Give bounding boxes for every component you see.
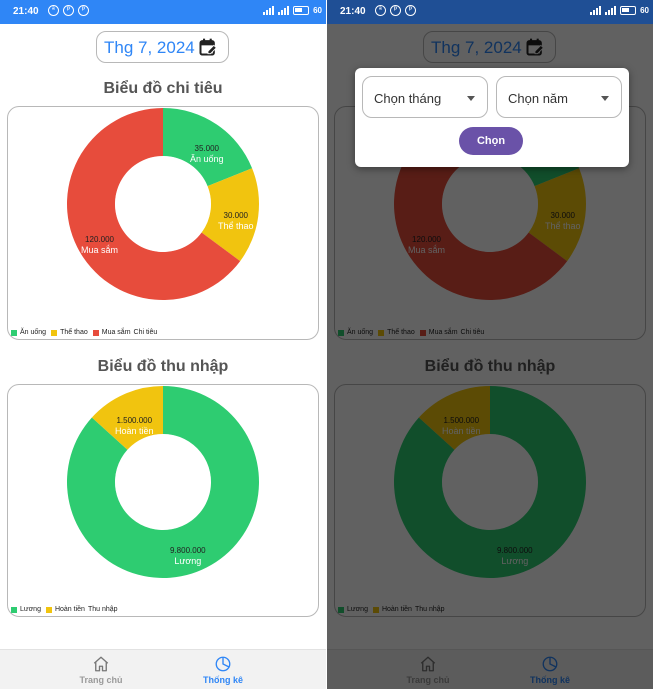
signal-icon [590,5,602,15]
signal-icon [278,5,290,15]
calendar-edit-icon [199,38,217,56]
income-donut-chart [67,386,259,578]
status-time: 21:40 [13,6,39,17]
selected-month-label: Thg 7, 2024 [104,38,195,57]
expense-chart-legend: Ăn uống Thể thao Mua sắmChi tiêu [11,329,157,336]
choose-button[interactable]: Chọn [459,127,523,155]
app-notification-icon: ᵖ [390,5,401,16]
app-notification-icon: ᵖ [63,5,74,16]
statistics-screen-with-dialog: 21:40 ᵃ ᵖ ᵖ 60 Thg 7, 2024 Biểu đồ chi t… [327,0,653,689]
notification-icons: ᵃ ᵖ ᵖ [48,5,89,16]
month-select[interactable]: Chọn tháng [362,76,488,118]
app-notification-icon: ᵖ [78,5,89,16]
system-status: 60 [590,5,649,15]
chevron-down-icon [601,96,609,101]
slice-label-the-thao: 30.000 Thể thao [218,211,254,231]
slice-value: 9.800.000 [170,546,206,555]
legend-item: Hoàn tiềnThu nhập [45,606,118,613]
status-bar: 21:40 ᵃ ᵖ ᵖ 60 [327,0,653,24]
month-year-dialog: Chọn tháng Chọn năm Chọn [355,68,629,167]
income-chart-title: Biểu đồ thu nhập [97,358,229,375]
pie-chart-icon [215,656,231,672]
battery-icon [620,5,637,15]
month-picker-button[interactable]: Thg 7, 2024 [96,31,229,63]
year-select-placeholder: Chọn năm [508,91,568,106]
slice-name: Ăn uống [190,154,224,164]
legend-item: Thể thao [51,329,88,336]
slice-value: 120.000 [85,235,114,244]
bottom-navigation: Trang chủ Thống kê [0,649,326,689]
nav-label-statistics: Thống kê [203,675,243,685]
system-status: 60 [263,5,322,15]
expense-chart-card: 35.000 Ăn uống 30.000 Thể thao 120.000 M… [7,106,319,340]
month-select-placeholder: Chọn tháng [374,91,442,106]
notification-icons: ᵃ ᵖ ᵖ [375,5,416,16]
battery-level: 60 [640,5,649,15]
income-chart-legend: Lương Hoàn tiềnThu nhập [11,606,118,613]
slice-name: Mua sắm [81,245,119,255]
slice-label-hoan-tien: 1.500.000 Hoàn tiền [115,416,154,436]
expense-donut-chart [67,108,259,300]
nav-label-home: Trang chủ [79,675,123,685]
statistics-screen: 21:40 ᵃ ᵖ ᵖ 60 Thg 7, 2024 Biểu đồ chi t… [0,0,326,689]
battery-level: 60 [313,5,322,15]
legend-title: Thu nhập [87,606,118,613]
slice-name: Thể thao [218,221,254,231]
battery-icon [293,5,310,15]
year-select[interactable]: Chọn năm [496,76,622,118]
slice-label-mua-sam: 120.000 Mua sắm [81,235,118,255]
slice-name: Lương [174,556,202,566]
slice-name: Hoàn tiền [115,426,154,436]
income-chart-card: 1.500.000 Hoàn tiền 9.800.000 Lương Lươn… [7,384,319,617]
donut-hole [121,440,205,524]
slice-value: 1.500.000 [116,416,153,425]
legend-item: Mua sắmChi tiêu [92,329,158,336]
status-time: 21:40 [340,6,366,17]
signal-icon [263,5,275,15]
signal-icon [605,5,617,15]
alarm-icon: ᵃ [375,5,386,16]
legend-title: Chi tiêu [133,329,158,336]
legend-item: Lương [11,606,41,613]
chevron-down-icon [467,96,475,101]
app-notification-icon: ᵖ [405,5,416,16]
alarm-icon: ᵃ [48,5,59,16]
slice-label-luong: 9.800.000 Lương [170,546,206,566]
expense-chart-title: Biểu đồ chi tiêu [103,80,223,97]
status-bar: 21:40 ᵃ ᵖ ᵖ 60 [0,0,326,24]
home-icon [93,656,109,672]
legend-item: Ăn uống [11,329,46,336]
nav-item-home[interactable]: Trang chủ [56,655,146,685]
donut-hole [121,162,205,246]
slice-value: 35.000 [194,144,219,153]
nav-item-statistics[interactable]: Thống kê [178,655,268,685]
slice-value: 30.000 [223,211,248,220]
slice-label-an-uong: 35.000 Ăn uống [190,144,224,164]
